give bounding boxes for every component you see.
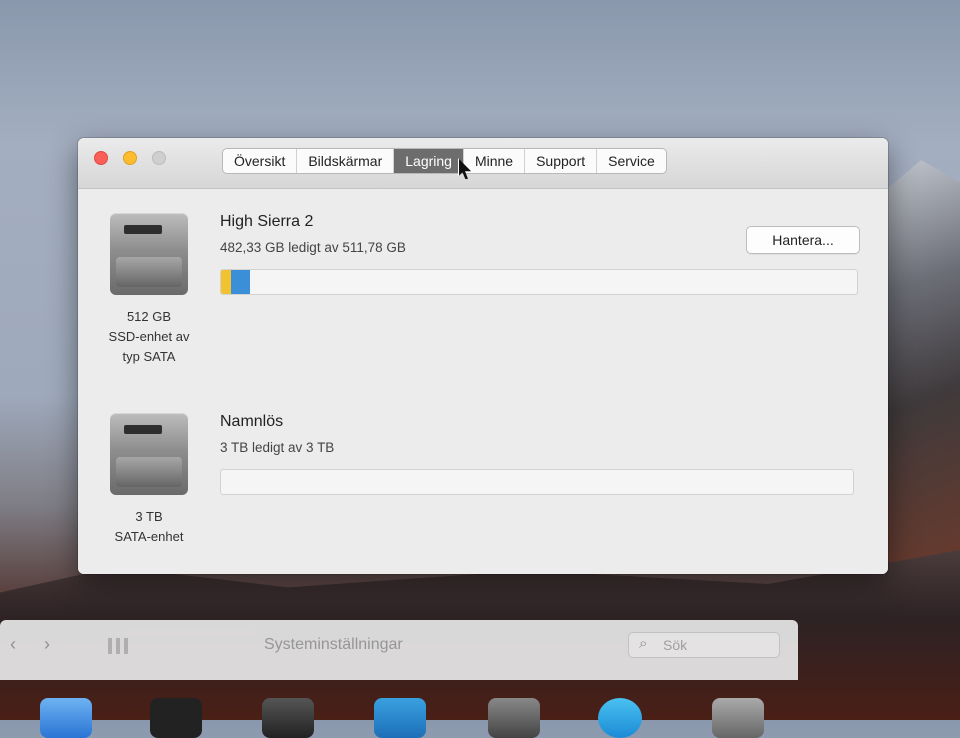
app-store-icon[interactable] <box>374 698 426 738</box>
minimize-button[interactable] <box>123 151 137 165</box>
volume-name: Namnlös <box>220 413 284 430</box>
search-placeholder: Sök <box>663 637 688 653</box>
dock <box>0 688 960 738</box>
system-preferences-icon[interactable] <box>488 698 540 738</box>
search-icon: ⌕ <box>639 635 648 652</box>
drive-caption: 512 GB SSD-enhet av typ SATA <box>84 307 214 367</box>
title-bar: Översikt Bildskärmar Lagring Minne Suppo… <box>78 138 888 189</box>
window-title: Systeminställningar <box>264 636 403 653</box>
drive-type: SSD-enhet av <box>108 329 190 344</box>
drive-caption: 3 TB SATA-enhet <box>84 507 214 547</box>
terminal-icon[interactable] <box>150 698 202 738</box>
tab-support[interactable]: Support <box>525 149 598 173</box>
volume-free-space: 482,33 GB ledigt av 511,78 GB <box>220 240 406 255</box>
drive-type-cont: typ SATA <box>122 349 176 364</box>
volume-name: High Sierra 2 <box>220 213 314 230</box>
show-all-grid-icon[interactable] <box>108 638 128 654</box>
usage-segment <box>221 270 232 294</box>
about-this-mac-window: Översikt Bildskärmar Lagring Minne Suppo… <box>78 138 888 574</box>
manage-button[interactable]: Hantera... <box>746 226 860 254</box>
volume-free-space: 3 TB ledigt av 3 TB <box>220 440 335 455</box>
system-preferences-window: ‹ › Systeminställningar ⌕ Sök <box>0 620 798 680</box>
storage-usage-bar <box>220 269 858 295</box>
tab-bildskarmar[interactable]: Bildskärmar <box>297 149 395 173</box>
tab-bar: Översikt Bildskärmar Lagring Minne Suppo… <box>222 148 667 174</box>
storage-usage-bar <box>220 469 854 495</box>
activity-monitor-icon[interactable] <box>262 698 314 738</box>
storage-panel: 512 GB SSD-enhet av typ SATA High Sierra… <box>78 189 888 574</box>
internal-drive-icon <box>110 413 188 495</box>
tab-minne[interactable]: Minne <box>464 149 526 173</box>
search-field[interactable]: ⌕ Sök <box>628 632 780 658</box>
drive-capacity: 512 GB <box>126 309 172 324</box>
photos-icon[interactable] <box>712 698 764 738</box>
finder-icon[interactable] <box>40 698 92 738</box>
internal-drive-icon <box>110 213 188 295</box>
drive-type: SATA-enhet <box>114 529 184 544</box>
drive-capacity: 3 TB <box>135 509 163 524</box>
tab-lagring[interactable]: Lagring <box>394 149 464 173</box>
zoom-button[interactable] <box>152 151 166 165</box>
close-button[interactable] <box>94 151 108 165</box>
back-button[interactable]: ‹ <box>10 634 16 655</box>
tab-service[interactable]: Service <box>597 149 666 173</box>
usage-segment <box>231 270 251 294</box>
safari-icon[interactable] <box>598 698 642 738</box>
tab-oversikt[interactable]: Översikt <box>223 149 298 173</box>
forward-button[interactable]: › <box>44 634 50 655</box>
